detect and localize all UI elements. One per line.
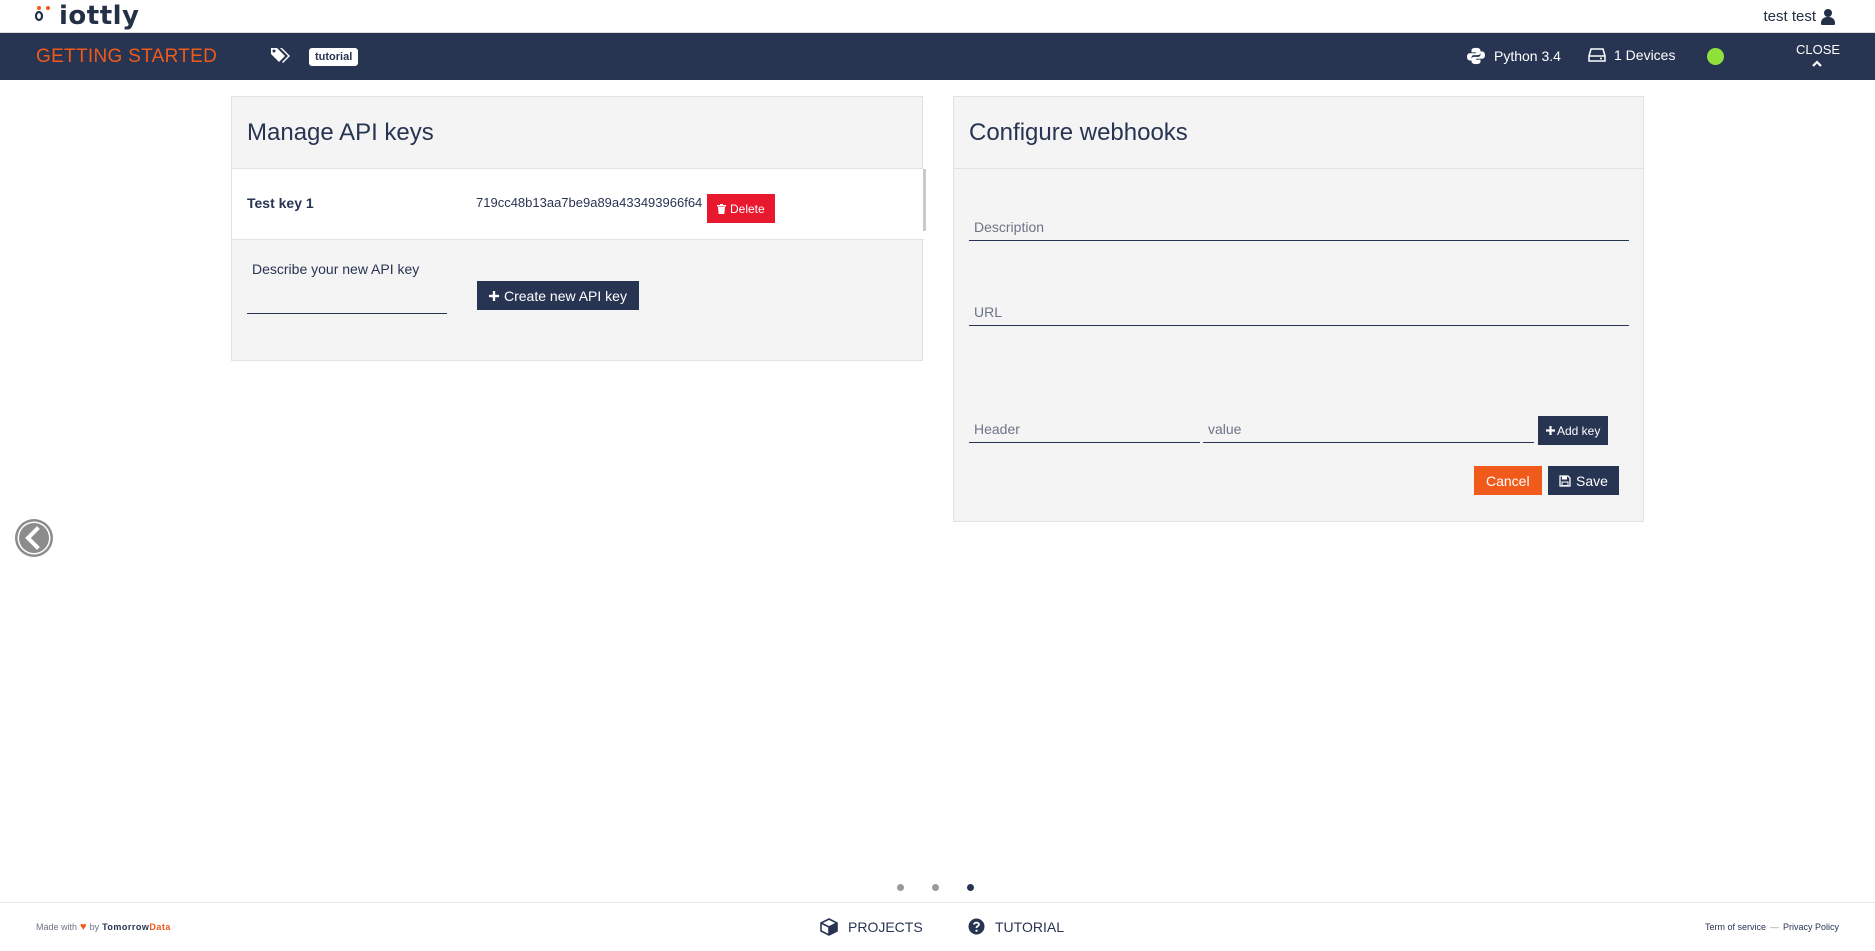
user-name: test test bbox=[1763, 8, 1816, 25]
user-icon bbox=[1821, 8, 1835, 25]
user-menu[interactable]: test test bbox=[1763, 8, 1835, 25]
logo-mark-icon bbox=[35, 6, 53, 23]
save-button[interactable]: Save bbox=[1548, 466, 1619, 495]
floppy-disk-icon bbox=[1559, 474, 1571, 487]
privacy-link[interactable]: Privacy Policy bbox=[1783, 922, 1839, 932]
tutorial-label: TUTORIAL bbox=[995, 918, 1064, 935]
project-nav-bar: GETTING STARTED tutorial Python 3.4 1 De… bbox=[0, 33, 1875, 80]
legal-separator: — bbox=[1769, 922, 1779, 932]
carousel-dot[interactable] bbox=[932, 884, 939, 891]
cancel-button[interactable]: Cancel bbox=[1474, 466, 1542, 495]
top-bar: iottly test test bbox=[0, 0, 1875, 33]
carousel-dot-active[interactable] bbox=[967, 884, 974, 891]
api-key-row: Test key 1 719cc48b13aa7be9a89a433493966… bbox=[232, 169, 926, 240]
list-scrollbar[interactable] bbox=[923, 169, 926, 231]
webhook-url-input[interactable] bbox=[969, 298, 1629, 326]
chevron-up-icon bbox=[1812, 60, 1822, 67]
close-label: CLOSE bbox=[1796, 42, 1841, 57]
new-key-label: Describe your new API key bbox=[252, 261, 420, 277]
save-label: Save bbox=[1576, 472, 1608, 489]
tag-badge[interactable]: tutorial bbox=[309, 48, 359, 66]
connection-status-dot bbox=[1707, 48, 1724, 65]
python-icon bbox=[1467, 47, 1485, 65]
webhooks-panel: Configure webhooks Add key Cancel Save bbox=[953, 96, 1644, 522]
legal-links: Term of service — Privacy Policy bbox=[1705, 922, 1839, 932]
new-key-description-input[interactable] bbox=[247, 288, 447, 314]
plus-icon bbox=[1546, 426, 1555, 435]
api-key-name: Test key 1 bbox=[247, 195, 314, 211]
add-header-key-button[interactable]: Add key bbox=[1538, 416, 1609, 445]
delete-key-button[interactable]: Delete bbox=[707, 194, 775, 223]
question-circle-icon bbox=[968, 918, 985, 935]
tags-icon bbox=[271, 48, 290, 63]
create-api-key-button[interactable]: Create new API key bbox=[477, 281, 639, 310]
delete-label: Delete bbox=[730, 201, 765, 216]
logo[interactable]: iottly bbox=[35, 2, 140, 30]
python-label: Python 3.4 bbox=[1494, 48, 1561, 64]
add-key-label: Add key bbox=[1557, 423, 1601, 438]
python-version: Python 3.4 bbox=[1466, 47, 1561, 65]
cube-icon bbox=[820, 918, 838, 936]
webhook-header-value-input[interactable] bbox=[1203, 415, 1534, 443]
tomorrowdata-link[interactable]: TomorrowData bbox=[102, 922, 171, 932]
devices-count[interactable]: 1 Devices bbox=[1588, 47, 1675, 63]
api-key-value: 719cc48b13aa7be9a89a433493966f64 bbox=[476, 195, 703, 210]
create-api-key-label: Create new API key bbox=[504, 287, 627, 304]
footer: Made with ♥ by TomorrowData PROJECTS TUT… bbox=[0, 902, 1875, 951]
webhook-header-input[interactable] bbox=[969, 415, 1200, 443]
close-button[interactable]: CLOSE bbox=[1796, 42, 1841, 69]
heart-icon: ♥ bbox=[80, 921, 87, 933]
by-text: by bbox=[89, 922, 100, 932]
made-with-credit: Made with ♥ by TomorrowData bbox=[36, 921, 171, 933]
footer-tutorial-link[interactable]: TUTORIAL bbox=[968, 918, 1064, 935]
logo-text: iottly bbox=[59, 1, 140, 31]
webhooks-title: Configure webhooks bbox=[954, 97, 1643, 169]
chevron-left-icon bbox=[17, 521, 51, 555]
made-with-text: Made with bbox=[36, 922, 78, 932]
hdd-icon bbox=[1588, 48, 1606, 62]
devices-label: 1 Devices bbox=[1614, 47, 1676, 63]
plus-icon bbox=[489, 290, 499, 301]
footer-projects-link[interactable]: PROJECTS bbox=[820, 918, 923, 936]
carousel-dot[interactable] bbox=[897, 884, 904, 891]
page-title: GETTING STARTED bbox=[36, 46, 218, 67]
trash-icon bbox=[717, 203, 726, 214]
projects-label: PROJECTS bbox=[848, 919, 923, 935]
terms-link[interactable]: Term of service bbox=[1705, 922, 1766, 932]
webhook-description-input[interactable] bbox=[969, 213, 1629, 241]
previous-slide-button[interactable] bbox=[15, 519, 53, 557]
api-keys-panel: Manage API keys Test key 1 719cc48b13aa7… bbox=[231, 96, 926, 361]
api-keys-title: Manage API keys bbox=[232, 97, 922, 169]
carousel-indicators bbox=[897, 884, 974, 891]
